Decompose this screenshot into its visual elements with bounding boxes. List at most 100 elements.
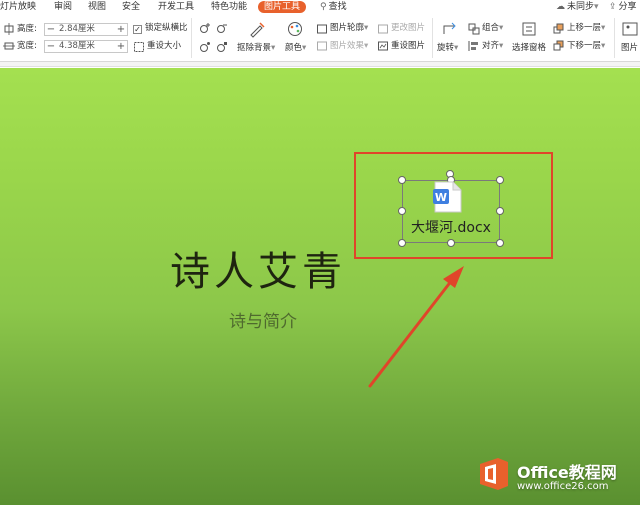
cloud-sync-icon: ☁ [556, 2, 565, 12]
resize-handle-bottom[interactable] [447, 239, 455, 247]
share-button[interactable]: ⇪ 分享 [609, 1, 637, 13]
sync-status[interactable]: ☁ 未同步▾ [556, 1, 599, 13]
office-logo-icon [480, 458, 508, 490]
lock-ratio-label: 锁定纵横比 [145, 23, 188, 33]
group-icon [468, 23, 480, 35]
send-backward-button[interactable]: 下移一层▾ [567, 41, 605, 52]
resize-handle-bottom-left[interactable] [398, 239, 406, 247]
tab-slideshow[interactable]: 灯片放映 [0, 1, 36, 13]
selection-pane-button[interactable]: 选择窗格 [512, 43, 546, 54]
width-increase-button[interactable]: + [115, 41, 127, 52]
share-label: 分享 [618, 2, 637, 12]
remove-background-icon[interactable] [248, 20, 266, 38]
height-increase-button[interactable]: + [115, 24, 127, 35]
bring-forward-label: 上移一层 [567, 23, 602, 33]
resize-handle-top-right[interactable] [496, 176, 504, 184]
height-decrease-button[interactable]: − [45, 24, 57, 35]
resize-handle-right[interactable] [496, 207, 504, 215]
slide-subtitle[interactable]: 诗与简介 [229, 307, 297, 332]
tab-view[interactable]: 视图 [88, 1, 106, 13]
ribbon-divider [191, 18, 192, 58]
word-document-icon[interactable]: W [433, 181, 463, 213]
crop-shape-icon[interactable] [199, 41, 211, 53]
ribbon-toolbar: 高度: − 2.84厘米 + 宽度: − 4.38厘米 + ✓ 锁定纵横比 重设… [0, 14, 640, 62]
resize-handle-left[interactable] [398, 207, 406, 215]
color-button[interactable]: 颜色▾ [285, 43, 306, 54]
group-dropdown-icon: ▾ [499, 23, 504, 33]
width-decrease-button[interactable]: − [45, 41, 57, 52]
crop-remove-icon[interactable] [216, 22, 228, 34]
ribbon-divider [432, 18, 433, 58]
align-icon [468, 40, 480, 52]
search-label: 查找 [328, 2, 347, 12]
picture-effect-icon [316, 40, 328, 52]
height-input[interactable]: 2.84厘米 [57, 24, 115, 35]
resize-handle-bottom-right[interactable] [496, 239, 504, 247]
picture-tools-more-icon[interactable] [621, 20, 639, 38]
watermark-name: Office教程网 [517, 463, 617, 482]
group-label: 组合 [482, 23, 500, 33]
picture-effect-dropdown-icon: ▾ [364, 41, 369, 51]
width-stepper[interactable]: − 4.38厘米 + [44, 40, 128, 53]
tab-special-features[interactable]: 特色功能 [211, 1, 247, 13]
picture-effect-button[interactable]: 图片效果▾ [330, 41, 368, 52]
watermark: Office教程网 www.office26.com [476, 454, 640, 505]
reset-size-button[interactable]: 重设大小 [147, 41, 181, 52]
embedded-file-name: 大堰河.docx [411, 220, 491, 236]
change-picture-icon [377, 23, 389, 35]
color-palette-icon[interactable] [286, 20, 304, 38]
search-icon: ⚲ [320, 2, 327, 12]
change-picture-button[interactable]: 更改图片 [391, 23, 425, 34]
tab-review[interactable]: 审阅 [54, 1, 72, 13]
rotate-dropdown-icon: ▾ [454, 43, 459, 53]
height-label: 高度: [17, 24, 37, 34]
height-icon [3, 23, 15, 35]
slide-canvas[interactable]: 诗人艾青 诗与简介 W 大堰河.docx [0, 68, 640, 505]
word-badge-letter: W [435, 191, 447, 204]
picture-outline-label: 图片轮廓 [330, 23, 365, 33]
tab-picture-tools[interactable]: 图片工具 [258, 1, 307, 13]
reset-size-icon [133, 41, 145, 53]
align-label: 对齐 [482, 41, 500, 51]
reset-picture-button[interactable]: 重设图片 [391, 41, 425, 52]
group-button[interactable]: 组合▾ [482, 23, 503, 34]
width-input[interactable]: 4.38厘米 [57, 41, 115, 52]
height-stepper[interactable]: − 2.84厘米 + [44, 23, 128, 36]
watermark-url: www.office26.com [517, 481, 609, 492]
selection-pane-icon[interactable] [520, 20, 538, 38]
remove-background-dropdown-icon: ▾ [271, 43, 276, 53]
color-label: 颜色 [285, 43, 303, 53]
width-label: 宽度: [17, 41, 37, 51]
bring-forward-button[interactable]: 上移一层▾ [567, 23, 605, 34]
align-button[interactable]: 对齐▾ [482, 41, 503, 52]
picture-outline-button[interactable]: 图片轮廓▾ [330, 23, 368, 34]
ribbon-divider [614, 18, 615, 58]
ribbon-shadow [0, 62, 640, 67]
send-backward-label: 下移一层 [567, 41, 602, 51]
search-button[interactable]: ⚲ 查找 [320, 1, 347, 13]
crop-ratio-icon[interactable] [216, 41, 228, 53]
bring-forward-icon [553, 23, 565, 35]
width-icon [3, 40, 15, 52]
color-dropdown-icon: ▾ [302, 43, 307, 53]
picture-outline-icon [316, 23, 328, 35]
picture-button[interactable]: 图片 [621, 43, 638, 54]
sync-label: 未同步 [567, 2, 595, 12]
align-dropdown-icon: ▾ [499, 41, 504, 51]
picture-effect-label: 图片效果 [330, 41, 365, 51]
menu-bar: 灯片放映 审阅 视图 安全 开发工具 特色功能 图片工具 ⚲ 查找 ☁ 未同步▾ ⇪… [0, 0, 640, 14]
rotate-icon[interactable] [440, 20, 458, 38]
rotate-button[interactable]: 旋转▾ [437, 43, 458, 54]
bring-forward-dropdown-icon: ▾ [601, 23, 606, 33]
remove-background-label: 抠除背景 [237, 43, 272, 53]
lock-ratio-checkbox[interactable]: ✓ [133, 25, 142, 34]
rotate-label: 旋转 [437, 43, 455, 53]
send-backward-dropdown-icon: ▾ [601, 41, 606, 51]
crop-add-icon[interactable] [199, 22, 211, 34]
tab-security[interactable]: 安全 [122, 1, 140, 13]
slide-title[interactable]: 诗人艾青 [170, 239, 346, 297]
picture-outline-dropdown-icon: ▾ [364, 23, 369, 33]
tab-developer[interactable]: 开发工具 [158, 1, 194, 13]
resize-handle-top-left[interactable] [398, 176, 406, 184]
remove-background-button[interactable]: 抠除背景▾ [237, 43, 275, 54]
